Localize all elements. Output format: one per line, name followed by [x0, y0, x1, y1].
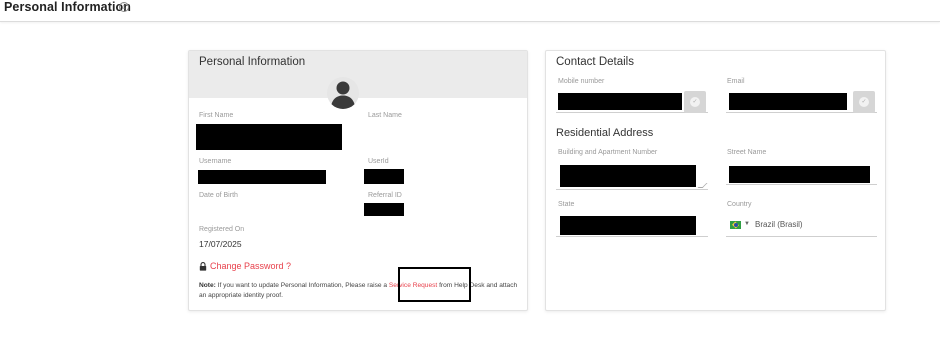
contact-details-card: Contact Details Mobile number ✓ Email ✓ …: [545, 50, 886, 311]
note-bold-label: Note:: [199, 282, 216, 289]
email-label: Email: [727, 78, 745, 85]
state-label: State: [558, 201, 575, 208]
street-name-value-redacted: [729, 166, 870, 183]
country-value: Brazil (Brasil): [755, 220, 803, 229]
update-info-note: Note: If you want to update Personal Inf…: [199, 281, 524, 301]
page-header: Personal Information i: [0, 0, 940, 22]
personal-card-title: Personal Information: [199, 56, 306, 68]
contact-card-title: Contact Details: [556, 56, 634, 68]
check-icon: ✓: [859, 97, 869, 107]
annotation-highlight-box: [398, 267, 471, 302]
userid-value-redacted: [364, 169, 404, 184]
change-password-link[interactable]: Change Password ?: [210, 261, 291, 271]
check-icon: ✓: [690, 97, 700, 107]
username-value-redacted: [198, 170, 326, 184]
state-value-redacted: [560, 216, 696, 235]
referral-id-value-redacted: [364, 203, 404, 216]
first-name-value-redacted: [196, 124, 342, 150]
note-text-1: If you want to update Personal Informati…: [215, 282, 389, 289]
first-name-label: First Name: [199, 112, 234, 119]
building-apartment-label: Building and Apartment Number: [558, 149, 658, 156]
personal-information-card: Personal Information First Name Last Nam…: [188, 50, 528, 311]
page-title: Personal Information: [4, 0, 132, 14]
last-name-label: Last Name: [368, 112, 402, 119]
referral-id-label: Referral ID: [368, 192, 402, 199]
lock-icon: [199, 262, 207, 271]
username-label: Username: [199, 158, 232, 165]
email-value-redacted: [729, 93, 847, 110]
residential-address-title: Residential Address: [556, 127, 654, 139]
mobile-number-value-redacted: [558, 93, 682, 110]
brazil-flag-icon: [730, 221, 741, 229]
registered-on-label: Registered On: [199, 226, 245, 233]
chevron-down-icon[interactable]: ▼: [744, 221, 750, 227]
userid-label: UserId: [368, 158, 389, 165]
user-silhouette-icon: [331, 81, 355, 109]
mobile-number-label: Mobile number: [558, 78, 605, 85]
email-verify-button[interactable]: ✓: [853, 91, 875, 113]
registered-on-value: 17/07/2025: [199, 239, 242, 249]
country-label: Country: [727, 201, 752, 208]
mobile-verify-button[interactable]: ✓: [684, 91, 706, 113]
building-apartment-value-redacted: [560, 165, 696, 187]
info-icon[interactable]: i: [119, 2, 129, 12]
date-of-birth-label: Date of Birth: [199, 192, 238, 199]
street-name-label: Street Name: [727, 149, 767, 156]
avatar: [327, 77, 359, 109]
